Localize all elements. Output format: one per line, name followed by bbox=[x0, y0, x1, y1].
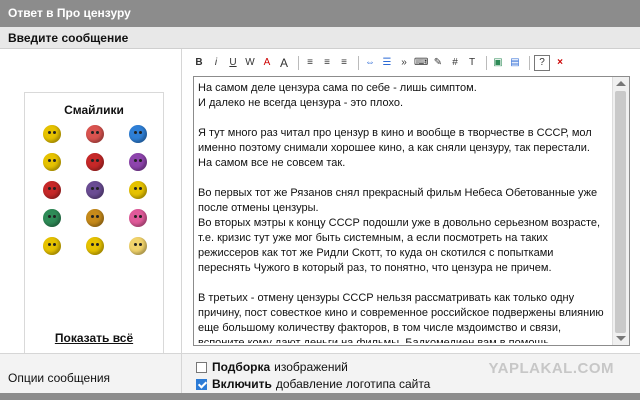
message-section-label: Введите сообщение bbox=[0, 27, 640, 49]
smiley-cell[interactable] bbox=[116, 125, 159, 143]
option-gallery-text: изображений bbox=[274, 360, 348, 374]
options-label: Опции сообщения bbox=[8, 371, 111, 385]
love-smiley-icon[interactable] bbox=[85, 125, 104, 143]
message-editor[interactable]: На самом деле цензура сама по себе - лиш… bbox=[193, 76, 630, 346]
smiley-panel: Смайлики Показать всё bbox=[24, 92, 164, 354]
blue-smiley-icon[interactable] bbox=[128, 125, 147, 143]
logo-checkbox[interactable] bbox=[196, 378, 207, 390]
strike-button[interactable]: W bbox=[243, 55, 257, 71]
align-center-button[interactable]: ≡ bbox=[320, 55, 334, 71]
smiley-cell[interactable] bbox=[74, 209, 117, 227]
cool-smiley-icon[interactable] bbox=[43, 125, 62, 143]
option-logo-text: добавление логотипа сайта bbox=[275, 377, 431, 391]
message-paragraph: Я тут много раз читал про цензур в кино … bbox=[198, 127, 592, 169]
code-button[interactable]: ⌨ bbox=[414, 55, 428, 71]
crazy-smiley-icon[interactable] bbox=[128, 181, 147, 199]
green-smiley-icon[interactable] bbox=[43, 209, 62, 227]
smiley-cell[interactable] bbox=[116, 209, 159, 227]
smiley-cell[interactable] bbox=[74, 153, 117, 171]
toolbar-divider bbox=[486, 56, 487, 70]
form-title: Ответ в Про цензуру bbox=[0, 0, 640, 27]
list-button[interactable]: ☰ bbox=[380, 55, 394, 71]
smiley-cell[interactable] bbox=[116, 181, 159, 199]
message-paragraph: В третьих - отмену цензуры СССР нельзя р… bbox=[198, 292, 604, 343]
gallery-checkbox[interactable] bbox=[196, 361, 207, 373]
show-all-smileys-link[interactable]: Показать всё bbox=[25, 331, 163, 345]
smiley-grid bbox=[31, 125, 159, 255]
smiley-cell[interactable] bbox=[74, 125, 117, 143]
help-button[interactable]: ? bbox=[534, 55, 550, 71]
message-paragraph: На самом деле цензура сама по себе - лиш… bbox=[198, 82, 477, 109]
dark-smiley-icon[interactable] bbox=[85, 181, 104, 199]
toolbar-divider bbox=[529, 56, 530, 70]
image-button[interactable]: ▣ bbox=[491, 55, 505, 71]
footer-strip bbox=[0, 393, 640, 400]
smiley-cell[interactable] bbox=[74, 237, 117, 255]
quote-button[interactable]: » bbox=[397, 55, 411, 71]
red-smiley-icon[interactable] bbox=[85, 153, 104, 171]
italic-button[interactable]: i bbox=[209, 55, 223, 71]
smiley-cell[interactable] bbox=[31, 181, 74, 199]
editor-toolbar: B i U W A A ≡ ≡ ≡ ⇔ ☰ » ⌨ ✎ # T ▣ ▤ ? × bbox=[192, 53, 570, 73]
smiley-cell[interactable] bbox=[31, 153, 74, 171]
laugh-smiley-icon[interactable] bbox=[85, 237, 104, 255]
thinking-smiley-icon[interactable] bbox=[43, 153, 62, 171]
smiley-column: Смайлики Показать всё bbox=[0, 49, 182, 354]
underline-button[interactable]: U bbox=[226, 55, 240, 71]
star-smiley-icon[interactable] bbox=[128, 237, 147, 255]
toolbar-divider bbox=[298, 56, 299, 70]
message-paragraph: Во первых тот же Рязанов снял прекрасный… bbox=[198, 187, 601, 274]
medal-smiley-icon[interactable] bbox=[43, 237, 62, 255]
book-smiley-icon[interactable] bbox=[85, 209, 104, 227]
scroll-thumb[interactable] bbox=[615, 91, 626, 333]
scroll-down-icon[interactable] bbox=[616, 336, 626, 341]
smiley-cell[interactable] bbox=[31, 237, 74, 255]
site-watermark: YAPLAKAL.COM bbox=[488, 360, 614, 377]
option-logo-bold: Включить bbox=[212, 377, 272, 391]
smiley-panel-title: Смайлики bbox=[64, 103, 124, 117]
align-right-button[interactable]: ≡ bbox=[337, 55, 351, 71]
purple-smiley-icon[interactable] bbox=[128, 153, 147, 171]
font-size-button[interactable]: A bbox=[277, 55, 291, 71]
option-logo[interactable]: Включить добавление логотипа сайта bbox=[196, 377, 430, 391]
option-gallery-bold: Подборка bbox=[212, 360, 271, 374]
editor-scrollbar[interactable] bbox=[612, 77, 629, 345]
align-left-button[interactable]: ≡ bbox=[303, 55, 317, 71]
smiley-cell[interactable] bbox=[74, 181, 117, 199]
smiley-cell[interactable] bbox=[31, 125, 74, 143]
smiley-cell[interactable] bbox=[116, 153, 159, 171]
smiley-cell[interactable] bbox=[116, 237, 159, 255]
toolbar-divider bbox=[358, 56, 359, 70]
link-button[interactable]: ⇔ bbox=[363, 55, 377, 71]
video-button[interactable]: ▤ bbox=[508, 55, 522, 71]
bold-button[interactable]: B bbox=[192, 55, 206, 71]
text-button[interactable]: T bbox=[465, 55, 479, 71]
option-gallery[interactable]: Подборка изображений bbox=[196, 360, 348, 374]
pink-smiley-icon[interactable] bbox=[128, 209, 147, 227]
gun-smiley-icon[interactable] bbox=[43, 181, 62, 199]
smiley-cell[interactable] bbox=[31, 209, 74, 227]
hash-button[interactable]: # bbox=[448, 55, 462, 71]
message-text[interactable]: На самом деле цензура сама по себе - лиш… bbox=[198, 81, 608, 343]
edit-button[interactable]: ✎ bbox=[431, 55, 445, 71]
close-button[interactable]: × bbox=[553, 55, 567, 71]
scroll-up-icon[interactable] bbox=[616, 81, 626, 86]
text-color-button[interactable]: A bbox=[260, 55, 274, 71]
options-divider bbox=[181, 354, 182, 394]
editor-column: B i U W A A ≡ ≡ ≡ ⇔ ☰ » ⌨ ✎ # T ▣ ▤ ? × … bbox=[182, 49, 640, 353]
